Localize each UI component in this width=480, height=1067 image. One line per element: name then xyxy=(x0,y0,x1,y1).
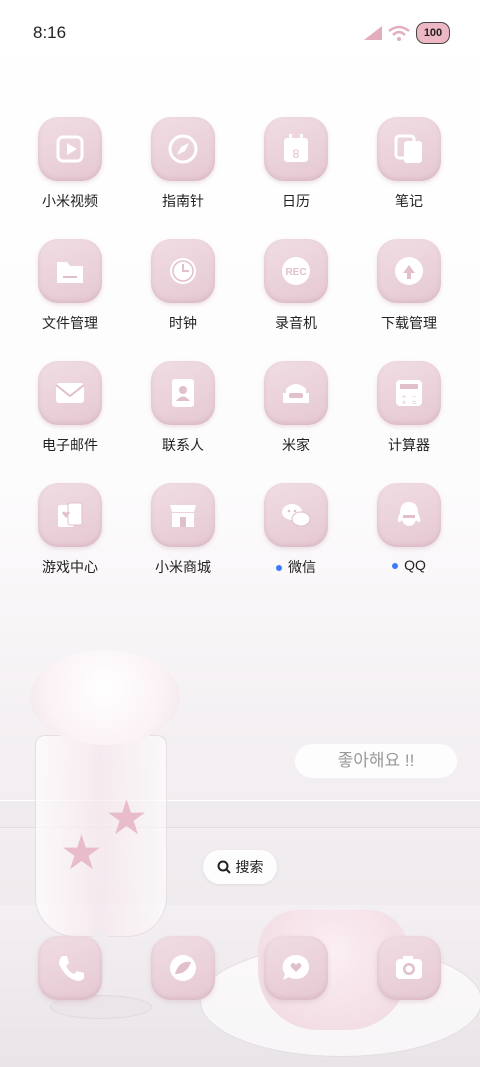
app-label: 文件管理 xyxy=(42,315,98,331)
calendar-icon: 8 xyxy=(264,117,328,181)
video-icon xyxy=(38,117,102,181)
contacts-icon xyxy=(151,361,215,425)
status-icons: 100 xyxy=(364,22,450,44)
signal-icon xyxy=(364,26,382,40)
folder-icon xyxy=(38,239,102,303)
app-label: 米家 xyxy=(282,437,310,453)
camera-icon xyxy=(377,936,441,1000)
recorder-icon: REC xyxy=(264,239,328,303)
app-game-center[interactable]: 游戏中心 xyxy=(14,483,126,577)
svg-text:=: = xyxy=(412,400,416,407)
app-mi-store[interactable]: 小米商城 xyxy=(127,483,239,577)
app-clock[interactable]: 时钟 xyxy=(127,239,239,333)
app-label: 微信 xyxy=(240,557,352,577)
cards-icon xyxy=(38,483,102,547)
messages-icon xyxy=(264,936,328,1000)
status-time: 8:16 xyxy=(33,23,67,42)
app-label: 联系人 xyxy=(162,437,204,453)
notes-icon xyxy=(377,117,441,181)
search-button[interactable]: 搜索 xyxy=(203,850,277,884)
app-label: 电子邮件 xyxy=(42,437,98,453)
app-mail[interactable]: 电子邮件 xyxy=(14,361,126,455)
qq-icon xyxy=(377,483,441,547)
clock-icon xyxy=(151,239,215,303)
wechat-icon xyxy=(264,483,328,547)
store-icon xyxy=(151,483,215,547)
download-icon xyxy=(377,239,441,303)
notification-dot xyxy=(392,563,399,570)
app-label: 日历 xyxy=(282,193,310,209)
sofa-icon xyxy=(264,361,328,425)
app-calculator[interactable]: + − × = 计算器 xyxy=(353,361,465,455)
app-mijia[interactable]: 米家 xyxy=(240,361,352,455)
calculator-icon: + − × = xyxy=(377,361,441,425)
app-label: 小米视频 xyxy=(42,193,98,209)
app-notes[interactable]: 笔记 xyxy=(353,117,465,211)
app-calendar[interactable]: 8 日历 xyxy=(240,117,352,211)
dock-phone[interactable] xyxy=(14,936,126,1000)
app-contacts[interactable]: 联系人 xyxy=(127,361,239,455)
wallpaper-star: ★ xyxy=(60,827,104,880)
app-compass[interactable]: 指南针 xyxy=(127,117,239,211)
app-label: 游戏中心 xyxy=(42,559,98,575)
app-label: 指南针 xyxy=(162,193,204,209)
wallpaper-cream xyxy=(30,650,180,745)
svg-text:8: 8 xyxy=(293,147,300,161)
app-label: 小米商城 xyxy=(155,559,211,575)
app-label: 时钟 xyxy=(169,315,197,331)
dock-browser[interactable] xyxy=(127,936,239,1000)
app-label: 录音机 xyxy=(275,315,317,331)
compass-icon xyxy=(151,117,215,181)
app-files[interactable]: 文件管理 xyxy=(14,239,126,333)
app-recorder[interactable]: REC 录音机 xyxy=(240,239,352,333)
phone-icon xyxy=(38,936,102,1000)
app-label: 计算器 xyxy=(388,437,430,453)
wifi-icon xyxy=(388,25,410,41)
svg-text:REC: REC xyxy=(285,267,306,278)
notification-dot xyxy=(276,565,282,572)
dock-camera[interactable] xyxy=(353,936,465,1000)
app-qq[interactable]: QQ xyxy=(353,483,465,573)
mail-icon xyxy=(38,361,102,425)
app-downloads[interactable]: 下载管理 xyxy=(353,239,465,333)
app-label: 笔记 xyxy=(395,193,423,209)
battery-icon: 100 xyxy=(416,22,450,44)
dock-messages[interactable] xyxy=(240,936,352,1000)
app-label: QQ xyxy=(353,557,465,573)
app-label: 下载管理 xyxy=(381,315,437,331)
svg-text:×: × xyxy=(402,400,406,407)
search-icon xyxy=(217,860,231,874)
search-label: 搜索 xyxy=(235,859,264,875)
browser-icon xyxy=(151,936,215,1000)
app-video[interactable]: 小米视频 xyxy=(14,117,126,211)
wallpaper-text: 좋아해요 !! xyxy=(295,744,457,778)
wallpaper-star: ★ xyxy=(105,792,149,845)
app-wechat[interactable]: 微信 xyxy=(240,483,352,577)
